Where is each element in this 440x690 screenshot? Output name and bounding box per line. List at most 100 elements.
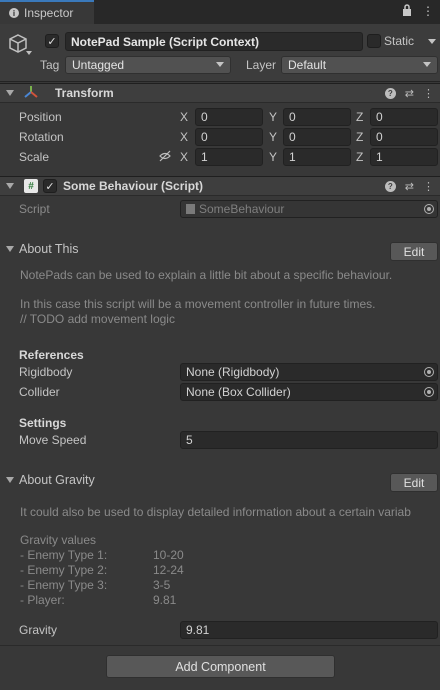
object-header: ✓ NotePad Sample (Script Context) Static… [0, 24, 440, 82]
tab-bar: i Inspector ⋮ [0, 0, 440, 24]
gravity-item-value: 9.81 [153, 593, 177, 607]
preset-sliders-icon[interactable]: ⇄ [405, 180, 414, 193]
preset-sliders-icon[interactable]: ⇄ [405, 87, 414, 100]
foldout-arrow-icon[interactable] [6, 90, 14, 96]
about-gravity-edit-button[interactable]: Edit [390, 473, 438, 492]
tab-controls: ⋮ [402, 4, 434, 19]
transform-header[interactable]: Transform ? ⇄ ⋮ [0, 83, 440, 103]
transform-header-icons: ? ⇄ ⋮ [384, 87, 434, 100]
script-field: SomeBehaviour [180, 200, 438, 218]
csharp-script-icon: # [24, 179, 38, 193]
help-icon[interactable]: ? [384, 88, 396, 99]
rotation-y-field[interactable]: 0 [283, 128, 351, 146]
scale-z-field[interactable]: 1 [370, 148, 438, 166]
gravity-item-name: - Enemy Type 2: [20, 563, 108, 577]
about-this-edit-button[interactable]: Edit [390, 242, 438, 261]
layer-label: Layer [246, 58, 277, 72]
object-picker-icon [424, 204, 434, 214]
script-value: SomeBehaviour [199, 202, 285, 216]
settings-header: Settings [19, 416, 67, 430]
gravity-label: Gravity [19, 623, 58, 637]
object-picker-icon[interactable] [424, 387, 434, 397]
position-x-axis: X [180, 110, 189, 124]
rotation-x-axis: X [180, 130, 189, 144]
gravity-item-name: - Enemy Type 1: [20, 548, 108, 562]
scale-z-axis: Z [356, 150, 364, 164]
scale-y-field[interactable]: 1 [283, 148, 351, 166]
scale-x-axis: X [180, 150, 189, 164]
static-label: Static [384, 34, 415, 48]
foldout-arrow-icon[interactable] [6, 477, 14, 483]
tag-dropdown[interactable]: Untagged [65, 56, 231, 74]
transform-title: Transform [55, 86, 114, 100]
lock-icon[interactable] [402, 4, 412, 19]
references-header: References [19, 348, 84, 362]
tab-inspector[interactable]: i Inspector [0, 0, 94, 24]
about-gravity-title[interactable]: About Gravity [19, 473, 95, 487]
scale-y-axis: Y [269, 150, 278, 164]
scale-label: Scale [19, 150, 50, 164]
rotation-x-field[interactable]: 0 [195, 128, 263, 146]
behaviour-header[interactable]: # ✓ Some Behaviour (Script) ? ⇄ ⋮ [0, 176, 440, 196]
rotation-z-field[interactable]: 0 [370, 128, 438, 146]
chevron-down-icon [216, 62, 224, 67]
script-file-icon [186, 204, 195, 214]
gravity-values-header: Gravity values [20, 533, 97, 547]
gravity-item-name: - Enemy Type 3: [20, 578, 108, 592]
position-y-field[interactable]: 0 [283, 108, 351, 126]
about-this-line-1: NotePads can be used to explain a little… [20, 268, 393, 282]
gravity-item-value: 12-24 [153, 563, 184, 577]
static-checkbox[interactable] [367, 34, 381, 48]
rigidbody-field[interactable]: None (Rigidbody) [180, 363, 438, 381]
about-gravity-line-1: It could also be used to display detaile… [20, 505, 411, 519]
object-picker-icon[interactable] [424, 367, 434, 377]
behaviour-header-icons: ? ⇄ ⋮ [384, 180, 434, 193]
position-z-field[interactable]: 0 [370, 108, 438, 126]
transform-axes-icon [24, 85, 38, 102]
rigidbody-label: Rigidbody [19, 365, 73, 379]
about-this-line-3: // TODO add movement logic [20, 312, 175, 326]
foldout-arrow-icon[interactable] [6, 183, 14, 189]
add-component-button[interactable]: Add Component [106, 655, 335, 678]
layer-dropdown[interactable]: Default [281, 56, 438, 74]
object-name-field[interactable]: NotePad Sample (Script Context) [65, 32, 363, 51]
position-z-axis: Z [356, 110, 364, 124]
gravity-item-name: - Player: [20, 593, 65, 607]
rotation-y-axis: Y [269, 130, 278, 144]
active-checkbox[interactable]: ✓ [45, 34, 59, 48]
about-this-line-2: In this case this script will be a movem… [20, 297, 376, 311]
chevron-down-icon [423, 62, 431, 67]
more-menu-icon[interactable]: ⋮ [422, 4, 434, 19]
divider [0, 645, 440, 646]
rotation-label: Rotation [19, 130, 64, 144]
move-speed-field[interactable]: 5 [180, 431, 438, 449]
collider-field[interactable]: None (Box Collider) [180, 383, 438, 401]
more-menu-icon[interactable]: ⋮ [423, 180, 434, 193]
collider-value: None (Box Collider) [186, 385, 291, 399]
move-speed-label: Move Speed [19, 433, 87, 447]
gravity-item-value: 3-5 [153, 578, 171, 592]
script-label: Script [19, 202, 50, 216]
tag-value: Untagged [72, 58, 125, 72]
tab-inspector-label: Inspector [24, 6, 74, 20]
static-dropdown-arrow-icon[interactable] [428, 39, 436, 44]
scale-x-field[interactable]: 1 [195, 148, 263, 166]
constrain-proportions-icon[interactable] [158, 150, 172, 165]
info-icon: i [9, 8, 19, 18]
more-menu-icon[interactable]: ⋮ [423, 87, 434, 100]
layer-value: Default [288, 58, 327, 72]
about-this-title[interactable]: About This [19, 242, 79, 256]
position-x-field[interactable]: 0 [195, 108, 263, 126]
help-icon[interactable]: ? [384, 181, 396, 192]
gravity-field[interactable]: 9.81 [180, 621, 438, 639]
behaviour-enabled-checkbox[interactable]: ✓ [43, 179, 57, 193]
gravity-item-value: 10-20 [153, 548, 184, 562]
icon-dropdown-arrow-icon[interactable] [26, 51, 32, 55]
behaviour-title: Some Behaviour (Script) [63, 179, 204, 193]
position-y-axis: Y [269, 110, 278, 124]
position-label: Position [19, 110, 62, 124]
rigidbody-value: None (Rigidbody) [186, 365, 280, 379]
collider-label: Collider [19, 385, 60, 399]
tag-label: Tag [40, 58, 60, 72]
foldout-arrow-icon[interactable] [6, 246, 14, 252]
